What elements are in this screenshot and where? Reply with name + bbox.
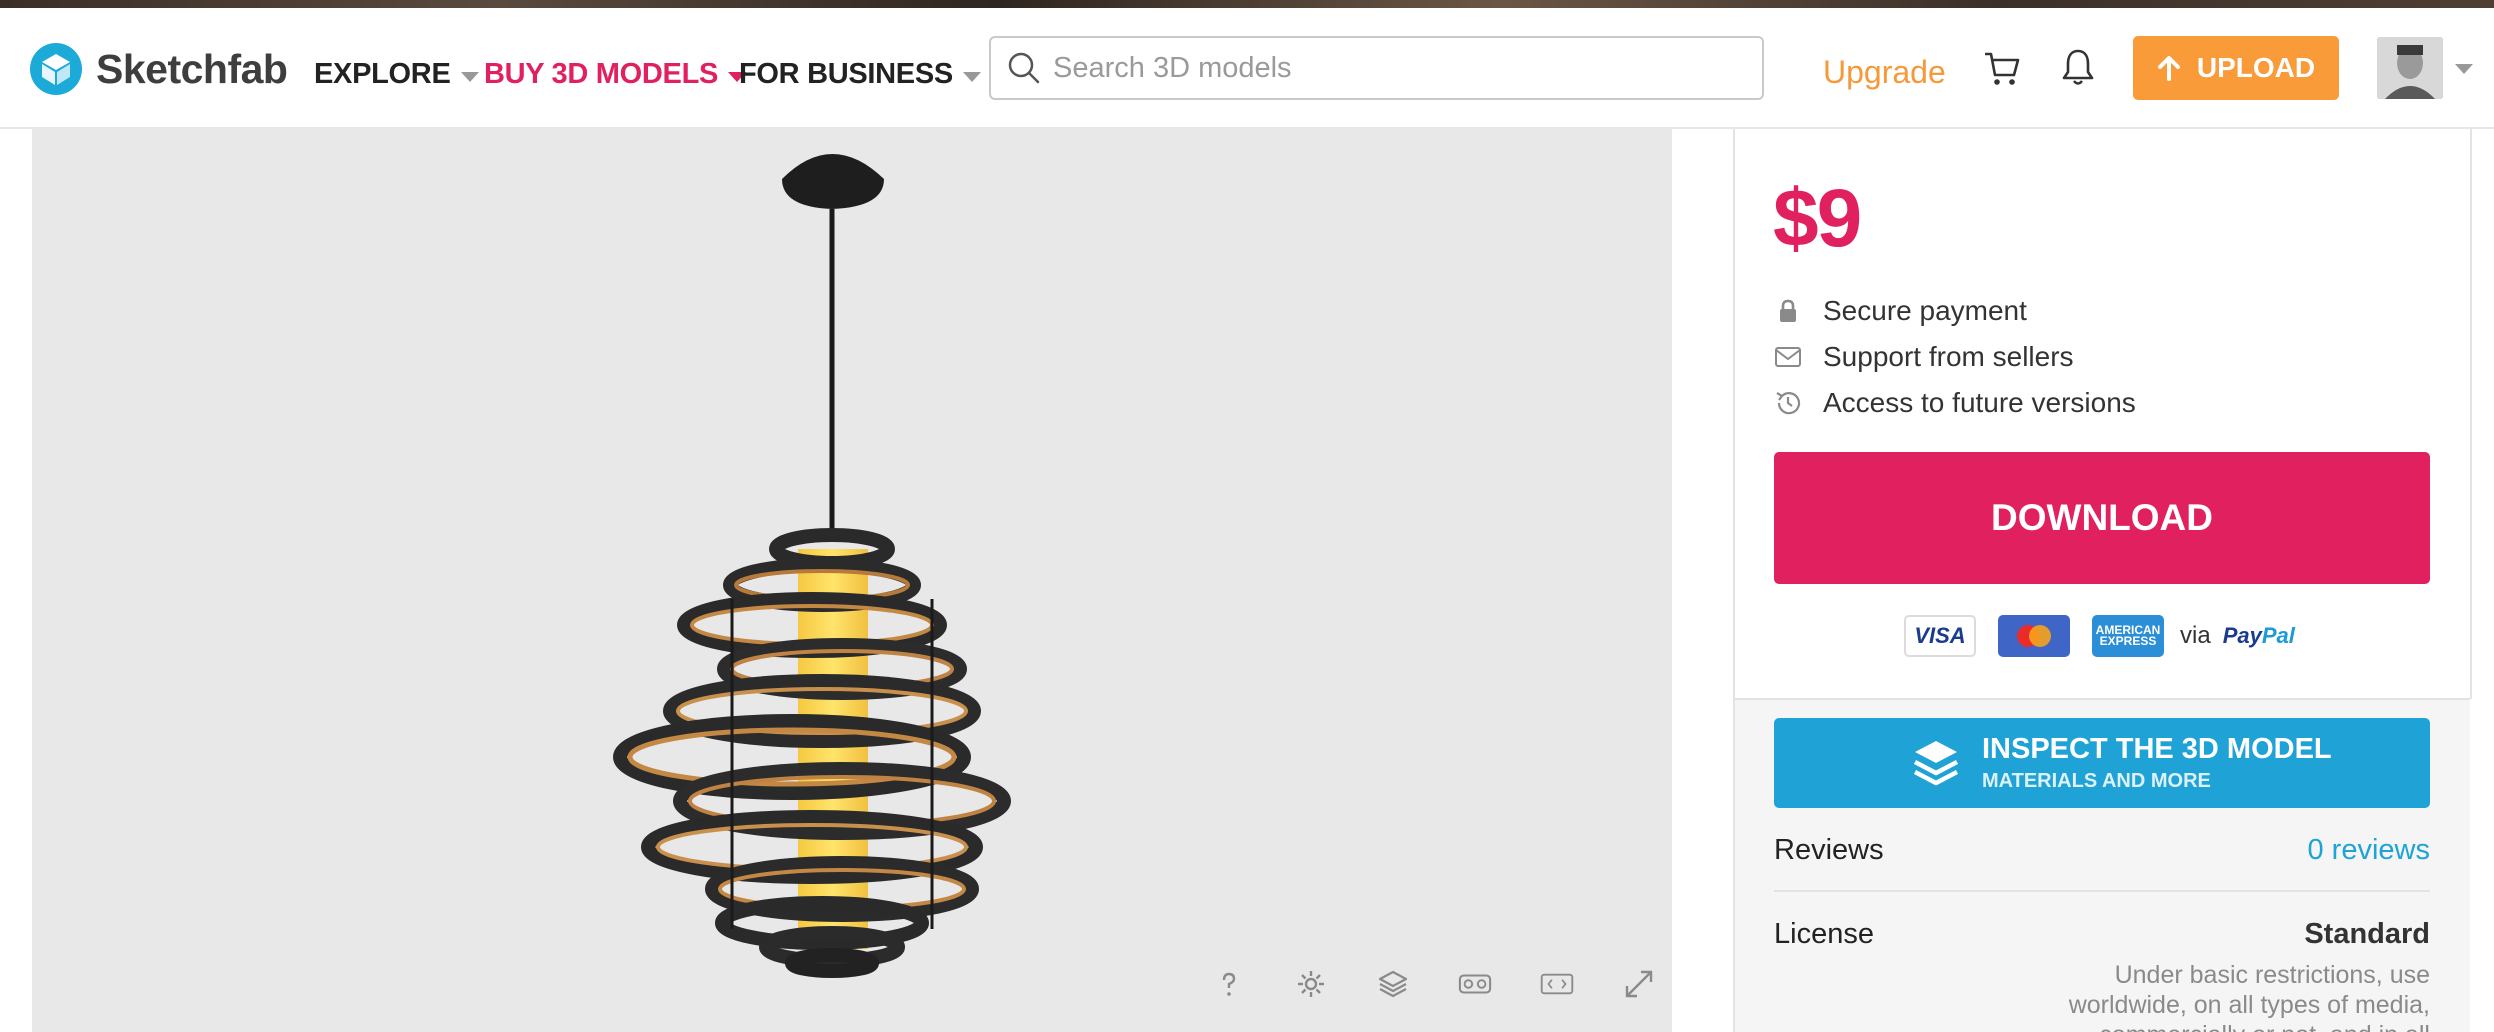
search-box	[989, 36, 1764, 100]
paypal-logo: PayPal	[2223, 623, 2295, 649]
perk-label: Support from sellers	[1823, 341, 2074, 372]
logo-text: Sketchfab	[96, 45, 288, 92]
nav-explore-label: EXPLORE	[314, 58, 451, 90]
cart-icon[interactable]	[1982, 48, 2022, 88]
download-button[interactable]: DOWNLOAD	[1774, 452, 2430, 584]
perk-secure-payment: Secure payment	[1773, 288, 2136, 334]
payment-methods: VISA AMERICAN EXPRESS via PayPal	[1904, 615, 2295, 657]
inspect-3d-model-button[interactable]: INSPECT THE 3D MODEL MATERIALS AND MORE	[1774, 718, 2430, 808]
avatar-caret-down-icon[interactable]	[2455, 64, 2473, 74]
mastercard-icon	[1998, 615, 2070, 657]
inspect-title: INSPECT THE 3D MODEL	[1982, 733, 2332, 765]
upgrade-link[interactable]: Upgrade	[1823, 54, 1946, 91]
license-value: Standard	[2304, 917, 2430, 950]
fullscreen-icon[interactable]	[1622, 967, 1656, 1001]
nav-buy-3d-models[interactable]: BUY 3D MODELS	[484, 58, 747, 91]
envelope-icon	[1773, 342, 1803, 372]
via-text: via	[2180, 622, 2211, 649]
perk-future-versions: Access to future versions	[1773, 380, 2136, 426]
perk-support: Support from sellers	[1773, 334, 2136, 380]
sketchfab-logo[interactable]: Sketchfab	[30, 42, 288, 96]
history-icon	[1773, 388, 1803, 418]
perk-label: Secure payment	[1823, 295, 2027, 326]
sketchfab-logo-icon	[30, 43, 82, 95]
paypal-pay: Pay	[2222, 623, 2262, 648]
caret-down-icon	[460, 71, 479, 82]
nav-for-business[interactable]: FOR BUSINESS	[739, 58, 981, 91]
settings-icon[interactable]	[1294, 967, 1328, 1001]
inspect-subtitle: MATERIALS AND MORE	[1982, 770, 2211, 792]
reviews-row: Reviews 0 reviews	[1774, 830, 2430, 870]
visa-card-icon: VISA	[1904, 615, 1976, 657]
top-banner-strip	[0, 0, 2494, 8]
vr-icon[interactable]	[1458, 967, 1492, 1001]
top-header: Sketchfab EXPLORE BUY 3D MODELS FOR BUSI…	[0, 8, 2494, 129]
price-label: $9	[1773, 173, 1862, 264]
inspector-icon[interactable]	[1540, 967, 1574, 1001]
license-label: License	[1774, 917, 1874, 950]
caret-down-icon	[962, 71, 981, 82]
user-avatar[interactable]	[2377, 37, 2443, 99]
license-description: Under basic restrictions, use worldwide,…	[2068, 961, 2430, 1032]
nav-explore[interactable]: EXPLORE	[314, 58, 479, 91]
upload-button[interactable]: UPLOAD	[2133, 36, 2339, 100]
license-row: License Standard	[1774, 914, 2430, 954]
3d-model-viewer[interactable]	[32, 129, 1672, 1032]
layers-stack-icon	[1913, 741, 1959, 786]
nav-business-label: FOR BUSINESS	[739, 58, 953, 90]
inspect-text: INSPECT THE 3D MODEL MATERIALS AND MORE	[1982, 733, 2332, 793]
paypal-pal: Pal	[2261, 623, 2295, 648]
search-icon	[1005, 49, 1043, 87]
search-input[interactable]	[1053, 51, 1733, 85]
layers-icon[interactable]	[1376, 967, 1410, 1001]
notifications-bell-icon[interactable]	[2058, 46, 2098, 88]
lock-icon	[1773, 296, 1803, 326]
arrow-up-icon	[2157, 56, 2180, 81]
nav-buy-label: BUY 3D MODELS	[484, 58, 719, 90]
purchase-perks-list: Secure payment Support from sellers Acce…	[1773, 288, 2136, 426]
reviews-link[interactable]: 0 reviews	[2308, 834, 2431, 867]
amex-card-icon: AMERICAN EXPRESS	[2092, 615, 2164, 657]
reviews-label: Reviews	[1774, 833, 1884, 866]
help-icon[interactable]	[1212, 967, 1246, 1001]
viewer-controls	[1212, 967, 1656, 1001]
upload-label: UPLOAD	[2196, 52, 2316, 83]
perk-label: Access to future versions	[1823, 387, 2136, 418]
row-divider	[1774, 890, 2430, 892]
pendant-lamp-model	[613, 154, 1011, 978]
sidebar-right-border	[2470, 129, 2472, 699]
